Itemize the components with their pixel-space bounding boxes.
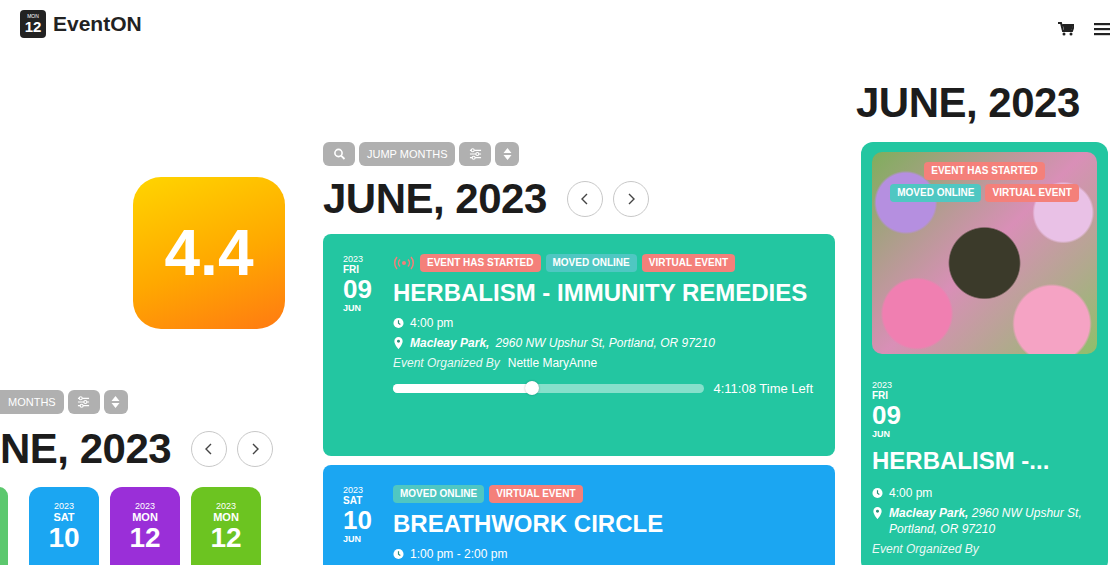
filter-icon (469, 148, 482, 160)
event-organizer: Event Organized ByNettle MaryAnne (393, 355, 813, 371)
middle-widget: JUMP MONTHS JUNE, 2023 2023FRI09JUN EVENT H… (323, 50, 835, 565)
chevron-left-icon (580, 192, 590, 206)
event-title: HERBALISM - IMMUNITY REMEDIES (393, 278, 813, 307)
clock-icon (872, 487, 883, 499)
event-badges: MOVED ONLINE VIRTUAL EVENT (393, 485, 813, 503)
sort-icon (501, 148, 514, 160)
toolbar: JUMP MONTHS (323, 142, 835, 166)
version-badge: 4.4 (133, 177, 285, 329)
event-location: Macleay Park,2960 NW Upshur St, Portland… (393, 335, 813, 351)
month-heading-row: JUNE, 2023 (323, 176, 835, 222)
search-icon (333, 148, 346, 160)
brand[interactable]: MON12 EventON (20, 10, 142, 38)
day-tile[interactable]: 2023MON12 (110, 487, 180, 565)
day-tile[interactable]: 2023MON12 (191, 487, 261, 565)
event-time: 1:00 pm - 2:00 pm (393, 546, 813, 562)
event-list: 2023FRI09JUN EVENT HAS STARTED MOVED ONLIN… (323, 234, 835, 565)
top-bar: MON12 EventON (0, 0, 1116, 50)
event-badges: EVENT HAS STARTED MOVED ONLINE VIRTUAL EVE… (393, 254, 813, 272)
day-tile[interactable] (0, 487, 8, 565)
event-badge: MOVED ONLINE (393, 485, 484, 503)
filter-button[interactable] (68, 390, 100, 414)
jump-months-button[interactable]: MONTHS (0, 390, 64, 414)
map-pin-icon (393, 337, 404, 349)
event-card[interactable]: 2023SAT10JUN MOVED ONLINE VIRTUAL EVENT BRE… (323, 465, 835, 565)
event-badge: VIRTUAL EVENT (985, 184, 1078, 202)
next-month-button[interactable] (613, 181, 649, 217)
progress-track (393, 384, 704, 393)
map-pin-icon (872, 507, 883, 519)
search-button[interactable] (323, 142, 355, 166)
right-widget: JUNE, 2023 EVENT HAS STARTED MOVED ONLINEV… (835, 50, 1116, 565)
month-heading-row: NE, 2023 (0, 426, 323, 472)
time-left: 4:11:08 Time Left (714, 381, 814, 396)
month-heading: NE, 2023 (0, 426, 171, 472)
event-badge: VIRTUAL EVENT (489, 485, 582, 503)
event-badges: EVENT HAS STARTED MOVED ONLINEVIRTUAL EVE… (872, 162, 1097, 202)
progress-knob (525, 381, 539, 395)
day-tiles: 2023SAT102023MON122023MON12 (0, 487, 323, 565)
toolbar: MONTHS (0, 390, 323, 414)
hamburger-menu-icon[interactable] (1094, 22, 1110, 36)
logo-calendar-icon: MON12 (20, 10, 46, 38)
day-tile[interactable]: 2023SAT10 (29, 487, 99, 565)
event-date: 2023SAT10JUN (343, 485, 381, 565)
clock-icon (393, 317, 404, 329)
event-time: 4:00 pm (872, 485, 1097, 501)
event-badge: MOVED ONLINE (546, 254, 637, 272)
chevron-right-icon (250, 442, 260, 456)
page: MON12EventON4.4MONTHSNE, 20232023SAT1020… (0, 0, 1116, 565)
event-title: BREATHWORK CIRCLE (393, 509, 813, 538)
event-tile-card[interactable]: EVENT HAS STARTED MOVED ONLINEVIRTUAL EVE… (861, 142, 1108, 565)
event-photo: EVENT HAS STARTED MOVED ONLINEVIRTUAL EVE… (872, 152, 1097, 354)
prev-month-button[interactable] (567, 181, 603, 217)
event-title: HERBALISM -... (872, 447, 1097, 475)
event-card[interactable]: 2023FRI09JUN EVENT HAS STARTED MOVED ONLIN… (323, 234, 835, 456)
month-heading: JUNE, 2023 (856, 80, 1116, 126)
prev-month-button[interactable] (191, 431, 227, 467)
sort-button[interactable] (495, 142, 519, 166)
event-badge: EVENT HAS STARTED (924, 162, 1045, 180)
sort-button[interactable] (104, 390, 128, 414)
time-progress: 4:11:08 Time Left (393, 381, 813, 396)
sort-icon (109, 396, 122, 408)
live-broadcast-icon (393, 256, 415, 270)
chevron-left-icon (204, 442, 214, 456)
cart-icon[interactable] (1058, 22, 1074, 36)
event-date: 2023FRI09JUN (872, 380, 1097, 439)
filter-icon (77, 396, 90, 408)
event-badge: VIRTUAL EVENT (642, 254, 735, 272)
next-month-button[interactable] (237, 431, 273, 467)
brand-name: EventON (53, 12, 142, 36)
jump-months-button[interactable]: JUMP MONTHS (359, 142, 455, 166)
progress-fill (393, 384, 533, 393)
event-location: Macleay Park, 2960 NW Upshur St, Portlan… (872, 505, 1097, 537)
event-badge: EVENT HAS STARTED (420, 254, 541, 272)
event-badge: MOVED ONLINE (890, 184, 981, 202)
event-date: 2023FRI09JUN (343, 254, 381, 440)
event-organizer: Event Organized By (872, 541, 1097, 557)
month-heading: JUNE, 2023 (323, 176, 547, 222)
filter-button[interactable] (459, 142, 491, 166)
clock-icon (393, 548, 404, 560)
event-time: 4:00 pm (393, 315, 813, 331)
left-widget: 4.4MONTHSNE, 20232023SAT102023MON122023M… (0, 50, 323, 565)
chevron-right-icon (626, 192, 636, 206)
